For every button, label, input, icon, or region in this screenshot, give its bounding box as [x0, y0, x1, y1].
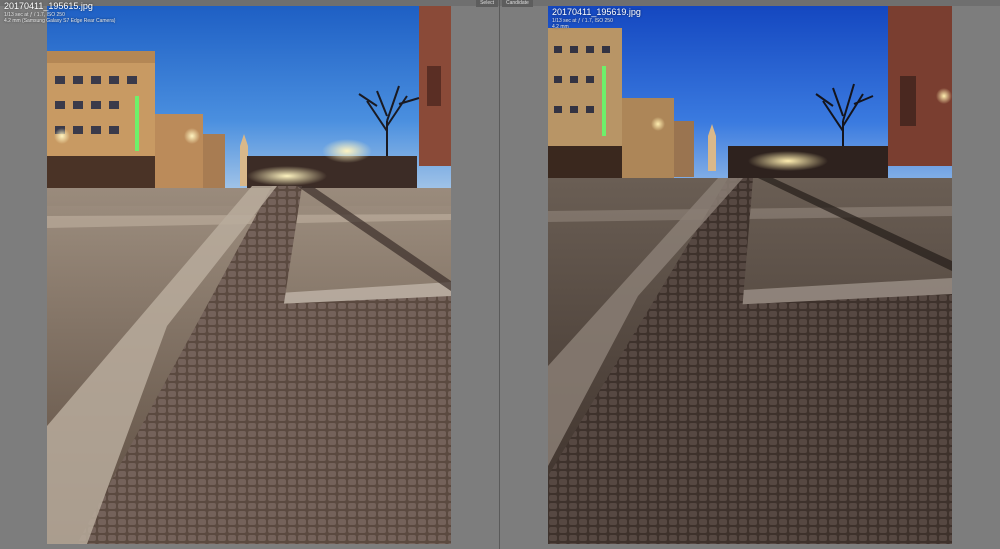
candidate-photo-image	[548, 6, 952, 544]
select-photo[interactable]	[47, 6, 451, 544]
candidate-lens: 4.2 mm	[552, 24, 569, 30]
select-photo-image	[47, 6, 451, 544]
select-photo-info: 20170411_195615.jpg 1/13 sec at ƒ / 1.7,…	[4, 1, 115, 24]
select-pane[interactable]: Select 20170411_195615.jpg 1/13 sec at ƒ…	[0, 0, 500, 549]
select-lens: 4.2 mm (Samsung Galaxy S7 Edge Rear Came…	[4, 18, 116, 24]
candidate-photo-info: 20170411_195619.jpg 1/13 sec at ƒ / 1.7,…	[552, 7, 641, 30]
select-filename: 20170411_195615.jpg	[4, 1, 93, 11]
candidate-filename: 20170411_195619.jpg	[552, 7, 641, 17]
candidate-photo[interactable]: 20170411_195619.jpg 1/13 sec at ƒ / 1.7,…	[548, 6, 952, 544]
select-label: Select	[476, 0, 498, 7]
candidate-label: Candidate	[502, 0, 533, 7]
candidate-pane[interactable]: Candidate 20170411_195619.jpg 1/13 sec a…	[500, 0, 1000, 549]
